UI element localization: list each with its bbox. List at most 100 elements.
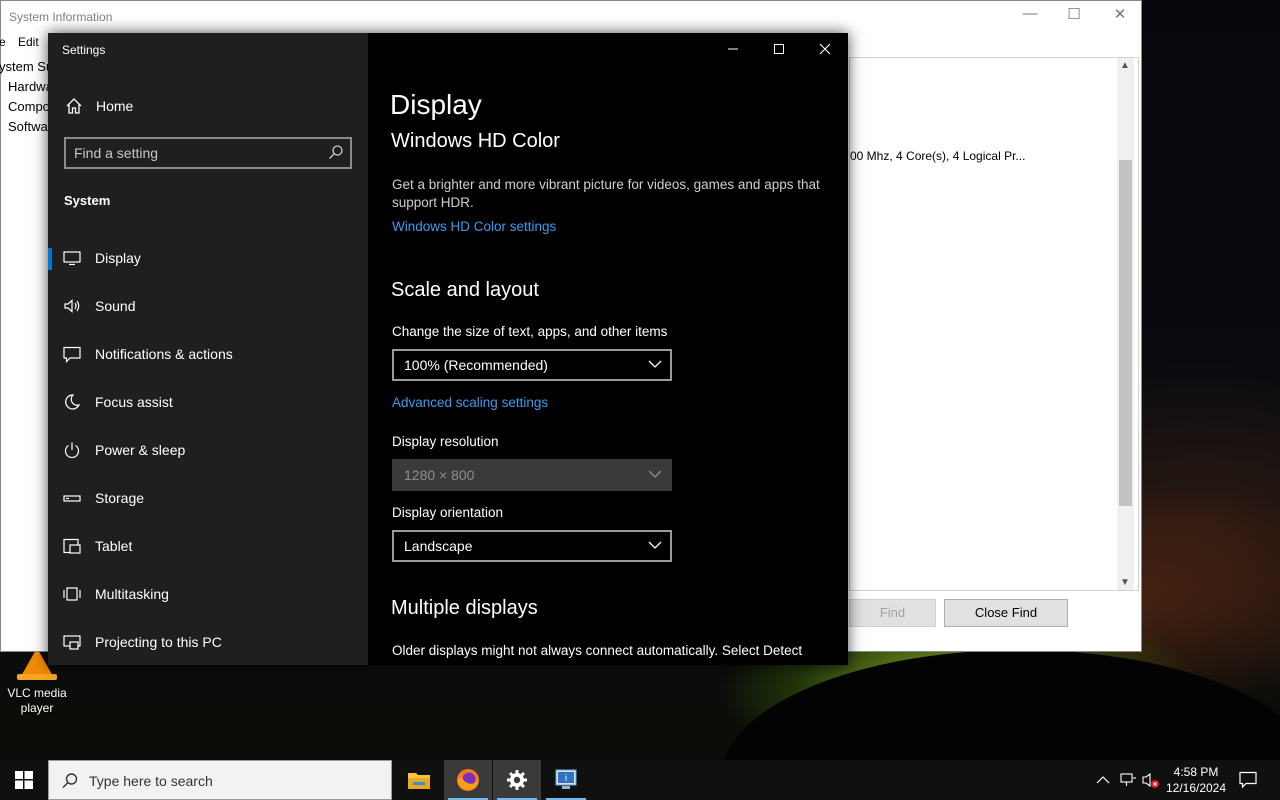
scroll-up-icon[interactable]: ▲ xyxy=(1120,60,1130,71)
sysinfo-tree: ystem Su Hardwa Compo Softwa xyxy=(0,57,53,137)
nav-label: Tablet xyxy=(95,538,133,554)
section-heading-system: System xyxy=(64,193,111,208)
nav-label: Projecting to this PC xyxy=(95,634,222,650)
volume-tray-button[interactable] xyxy=(1140,760,1162,800)
nav-item-notifications[interactable]: Notifications & actions xyxy=(48,334,368,374)
nav-item-power-sleep[interactable]: Power & sleep xyxy=(48,430,368,470)
resolution-dropdown[interactable]: 1280 × 800 xyxy=(392,459,672,491)
hd-color-heading: Windows HD Color xyxy=(391,130,560,152)
notification-icon xyxy=(63,346,81,363)
show-hidden-icons-button[interactable] xyxy=(1094,760,1112,800)
maximize-icon xyxy=(774,44,784,54)
scale-dropdown[interactable]: 100% (Recommended) xyxy=(392,349,672,381)
speaker-muted-icon xyxy=(1142,772,1159,788)
settings-content-pane: Display Windows HD Color Get a brighter … xyxy=(368,33,848,665)
nav-label: Multitasking xyxy=(95,586,169,602)
svg-text:i: i xyxy=(565,774,568,784)
home-label: Home xyxy=(96,98,134,114)
scroll-down-icon[interactable]: ▼ xyxy=(1120,577,1130,588)
sysinfo-scrollbar[interactable]: ▲ ▼ xyxy=(1117,58,1134,590)
minimize-icon xyxy=(728,48,738,50)
taskbar-search-placeholder: Type here to search xyxy=(89,773,213,789)
settings-nav-pane: Settings Home System Display Sound Notif xyxy=(48,33,368,665)
menu-file[interactable]: e xyxy=(0,35,6,49)
nav-label: Power & sleep xyxy=(95,442,186,458)
resolution-label: Display resolution xyxy=(392,434,499,449)
sysinfo-details-pane: 00 Mhz, 4 Core(s), 4 Logical Pr... ▲ ▼ xyxy=(849,57,1139,591)
scroll-thumb[interactable] xyxy=(1119,160,1132,506)
hd-color-description: Get a brighter and more vibrant picture … xyxy=(392,177,820,210)
power-icon xyxy=(64,442,80,459)
multitasking-icon xyxy=(63,587,81,601)
find-setting-search[interactable] xyxy=(64,137,352,169)
taskbar-search-box[interactable]: Type here to search xyxy=(48,760,392,800)
taskbar: Type here to search i 4:58 PM 12/16/2024 xyxy=(0,760,1280,800)
windows-logo-icon xyxy=(15,771,33,789)
tree-item-software[interactable]: Softwa xyxy=(8,117,53,137)
scale-label: Change the size of text, apps, and other… xyxy=(392,324,668,339)
firefox-icon xyxy=(457,769,479,791)
monitor-icon xyxy=(63,251,81,266)
tree-item-system-summary[interactable]: ystem Su xyxy=(0,57,53,77)
nav-label: Focus assist xyxy=(95,394,173,410)
orientation-value: Landscape xyxy=(404,538,473,554)
speaker-icon xyxy=(64,299,80,313)
file-explorer-taskbar-button[interactable] xyxy=(395,760,443,800)
processor-row: 00 Mhz, 4 Core(s), 4 Logical Pr... xyxy=(850,149,1026,163)
settings-close-button[interactable] xyxy=(802,37,848,61)
network-tray-button[interactable] xyxy=(1117,760,1139,800)
nav-item-focus-assist[interactable]: Focus assist xyxy=(48,382,368,422)
vlc-label: VLC media player xyxy=(7,686,67,715)
tree-item-hardware[interactable]: Hardwa xyxy=(8,77,53,97)
action-center-button[interactable] xyxy=(1232,760,1264,800)
tree-item-components[interactable]: Compo xyxy=(8,97,53,117)
nav-item-multitasking[interactable]: Multitasking xyxy=(48,574,368,614)
settings-taskbar-button[interactable] xyxy=(493,760,541,800)
start-button[interactable] xyxy=(0,760,48,800)
storage-icon xyxy=(63,495,81,502)
taskbar-clock[interactable]: 4:58 PM 12/16/2024 xyxy=(1160,764,1232,796)
hd-color-settings-link[interactable]: Windows HD Color settings xyxy=(392,219,556,234)
projector-icon xyxy=(63,635,81,650)
sysinfo-title: System Information xyxy=(9,10,113,24)
network-icon xyxy=(1120,773,1136,786)
firefox-taskbar-button[interactable] xyxy=(444,760,492,800)
settings-window-title: Settings xyxy=(62,43,106,57)
scale-value: 100% (Recommended) xyxy=(404,357,548,373)
nav-item-display[interactable]: Display xyxy=(48,238,368,278)
gear-icon xyxy=(507,770,527,790)
nav-item-projecting[interactable]: Projecting to this PC xyxy=(48,622,368,662)
system-information-taskbar-button[interactable]: i xyxy=(542,760,590,800)
settings-window: Settings Home System Display Sound Notif xyxy=(48,33,848,665)
nav-item-storage[interactable]: Storage xyxy=(48,478,368,518)
hill-silhouette xyxy=(720,650,1280,760)
close-find-button[interactable]: Close Find xyxy=(944,599,1068,627)
clock-date: 12/16/2024 xyxy=(1165,781,1227,795)
tablet-icon xyxy=(63,538,81,554)
settings-minimize-button[interactable] xyxy=(710,37,756,61)
home-nav-item[interactable]: Home xyxy=(48,93,368,121)
find-button[interactable]: Find xyxy=(849,599,936,627)
nav-label: Notifications & actions xyxy=(95,346,233,362)
page-title: Display xyxy=(390,89,482,120)
sysinfo-close-button[interactable]: ✕ xyxy=(1097,5,1143,29)
settings-maximize-button[interactable] xyxy=(756,37,802,61)
nav-item-sound[interactable]: Sound xyxy=(48,286,368,326)
chevron-up-icon xyxy=(1096,776,1110,784)
chevron-down-icon xyxy=(648,360,662,368)
folder-icon xyxy=(408,773,430,789)
multiple-displays-heading: Multiple displays xyxy=(391,597,538,619)
advanced-scaling-link[interactable]: Advanced scaling settings xyxy=(392,395,548,410)
sysinfo-minimize-button[interactable]: — xyxy=(1007,5,1053,29)
scale-layout-heading: Scale and layout xyxy=(391,279,539,301)
nav-item-tablet[interactable]: Tablet xyxy=(48,526,368,566)
menu-edit[interactable]: Edit xyxy=(18,35,39,49)
orientation-dropdown[interactable]: Landscape xyxy=(392,530,672,562)
orientation-label: Display orientation xyxy=(392,505,504,520)
nav-label: Display xyxy=(95,250,141,266)
find-setting-input[interactable] xyxy=(74,143,314,163)
chevron-down-icon xyxy=(648,470,662,478)
clock-time: 4:58 PM xyxy=(1173,765,1219,779)
sysinfo-maximize-button[interactable]: ☐ xyxy=(1051,5,1097,29)
system-info-icon: i xyxy=(555,769,577,789)
